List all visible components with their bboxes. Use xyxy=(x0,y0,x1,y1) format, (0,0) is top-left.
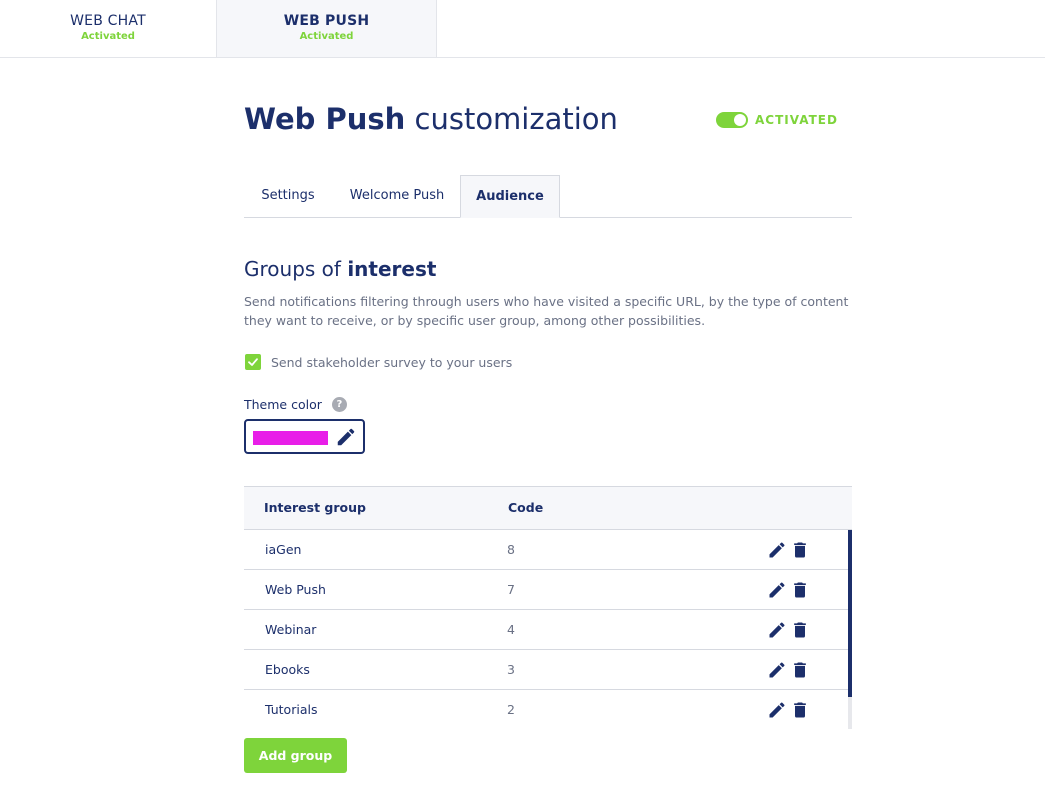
survey-checkbox-label: Send stakeholder survey to your users xyxy=(271,354,513,370)
section-tabs: Settings Welcome Push Audience xyxy=(244,175,852,218)
delete-trash-icon[interactable] xyxy=(790,660,810,680)
section-title-pre: Groups of xyxy=(244,257,348,281)
page-title-bold: Web Push xyxy=(244,102,406,136)
interest-groups-table: Interest group Code iaGen 8 Web Push 7 Webin… xyxy=(244,486,852,729)
channel-tab-web-chat[interactable]: WEB CHAT Activated xyxy=(0,0,216,57)
row-actions xyxy=(767,540,813,560)
channel-status: Activated xyxy=(299,31,354,42)
scrollbar-thumb[interactable] xyxy=(848,530,852,697)
toggle-label: ACTIVATED xyxy=(755,113,838,127)
section-title-bold: interest xyxy=(347,257,437,281)
row-actions xyxy=(767,620,813,640)
table-row: Webinar 4 xyxy=(244,610,852,650)
column-header-code: Code xyxy=(508,500,544,515)
theme-color-label: Theme color xyxy=(244,397,322,412)
section-title: Groups of interest xyxy=(244,257,436,281)
edit-pencil-icon[interactable] xyxy=(767,700,787,720)
tab-audience[interactable]: Audience xyxy=(460,175,560,218)
interest-group-name: Web Push xyxy=(265,582,326,597)
channel-tab-web-push[interactable]: WEB PUSH Activated xyxy=(216,0,437,57)
interest-group-code: 8 xyxy=(507,542,515,557)
channel-name: WEB PUSH xyxy=(283,13,370,29)
edit-pencil-icon[interactable] xyxy=(767,660,787,680)
channel-status: Activated xyxy=(81,31,135,42)
edit-pencil-icon[interactable] xyxy=(767,580,787,600)
channel-name: WEB CHAT xyxy=(70,13,146,29)
row-actions xyxy=(767,700,813,720)
table-header: Interest group Code xyxy=(244,486,852,530)
channel-bar: WEB CHAT Activated WEB PUSH Activated xyxy=(0,0,1045,58)
table-row: Ebooks 3 xyxy=(244,650,852,690)
delete-trash-icon[interactable] xyxy=(790,540,810,560)
color-swatch xyxy=(253,431,328,445)
edit-pencil-icon[interactable] xyxy=(767,620,787,640)
activation-toggle[interactable] xyxy=(716,112,748,128)
survey-checkbox-row: Send stakeholder survey to your users xyxy=(245,354,512,370)
section-description: Send notifications filtering through use… xyxy=(244,294,849,328)
theme-color-picker[interactable] xyxy=(244,419,365,454)
survey-checkbox[interactable] xyxy=(245,354,261,370)
interest-group-code: 2 xyxy=(507,702,515,717)
table-row: iaGen 8 xyxy=(244,530,852,570)
tab-settings[interactable]: Settings xyxy=(244,175,332,218)
checkmark-icon xyxy=(248,358,258,366)
activation-toggle-group: ACTIVATED xyxy=(716,112,838,128)
interest-group-code: 7 xyxy=(507,582,515,597)
theme-color-label-row: Theme color ? xyxy=(244,397,347,412)
tab-welcome-push[interactable]: Welcome Push xyxy=(336,175,458,218)
pencil-icon[interactable] xyxy=(335,426,357,448)
edit-pencil-icon[interactable] xyxy=(767,540,787,560)
toggle-knob xyxy=(734,114,746,126)
delete-trash-icon[interactable] xyxy=(790,700,810,720)
add-group-button[interactable]: Add group xyxy=(244,738,347,773)
interest-group-name: Ebooks xyxy=(265,662,310,677)
row-actions xyxy=(767,580,813,600)
table-row: Tutorials 2 xyxy=(244,690,852,729)
interest-group-name: Webinar xyxy=(265,622,317,637)
page-title-rest: customization xyxy=(405,102,618,136)
interest-group-name: Tutorials xyxy=(265,702,318,717)
row-actions xyxy=(767,660,813,680)
table-row: Web Push 7 xyxy=(244,570,852,610)
delete-trash-icon[interactable] xyxy=(790,580,810,600)
column-header-interest-group: Interest group xyxy=(264,500,366,515)
interest-group-name: iaGen xyxy=(265,542,302,557)
page-title: Web Push customization xyxy=(244,102,618,136)
interest-group-code: 3 xyxy=(507,662,515,677)
delete-trash-icon[interactable] xyxy=(790,620,810,640)
table-scrollbar[interactable] xyxy=(848,530,852,729)
help-icon[interactable]: ? xyxy=(331,397,347,412)
interest-group-code: 4 xyxy=(507,622,515,637)
table-body: iaGen 8 Web Push 7 Webinar 4 Ebooks 3 Tutorials 2 xyxy=(244,530,852,729)
